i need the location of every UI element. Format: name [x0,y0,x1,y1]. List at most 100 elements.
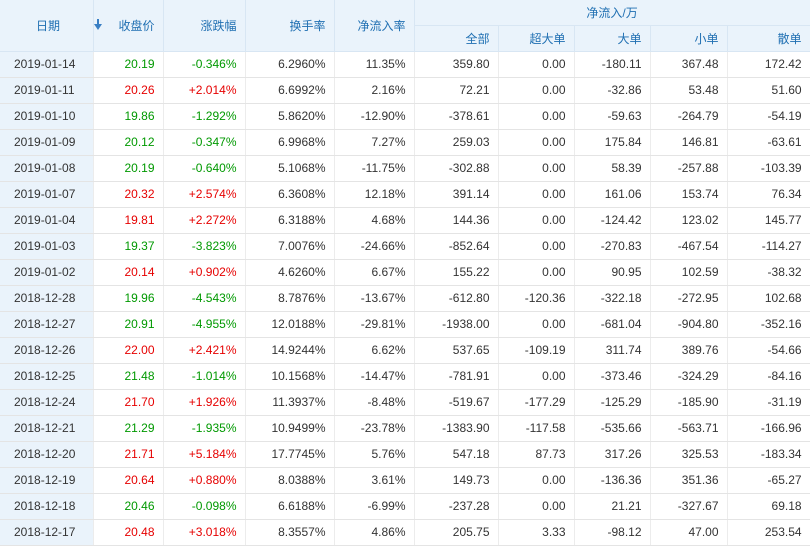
cell-change: -3.823% [163,233,246,260]
cell-net-ratio: 6.67% [334,259,415,286]
cell-close: 20.32 [93,181,164,208]
table-row: 2019-01-07 20.32 +2.574% 6.3608% 12.18% 391.1… [0,181,810,208]
cell-net-small: 53.48 [650,77,728,104]
cell-net-all: 149.73 [414,467,499,494]
cell-net-small: -324.29 [650,363,728,390]
cell-net-large: 311.74 [574,337,651,364]
header-all[interactable]: 全部 [414,25,499,52]
cell-net-all: 155.22 [414,259,499,286]
cell-net-super-large: 3.33 [498,519,575,546]
cell-turnover: 6.6188% [245,493,335,520]
cell-date: 2018-12-24 [0,389,94,416]
table-row: 2018-12-18 20.46 -0.098% 6.6188% -6.99% -237.… [0,493,810,520]
cell-net-large: -535.66 [574,415,651,442]
cell-net-ratio: 7.27% [334,129,415,156]
header-net-ratio[interactable]: 净流入率 [334,0,415,52]
cell-close: 20.91 [93,311,164,338]
cell-date: 2019-01-04 [0,207,94,234]
header-date[interactable]: 日期 [0,0,103,52]
cell-net-retail: -63.61 [727,129,810,156]
cell-change: +5.184% [163,441,246,468]
cell-net-retail: 172.42 [727,51,810,78]
table-row: 2019-01-10 19.86 -1.292% 5.8620% -12.90% -378… [0,103,810,130]
table-row: 2019-01-03 19.37 -3.823% 7.0076% -24.66% -852… [0,233,810,260]
cell-net-small: 351.36 [650,467,728,494]
cell-turnover: 10.9499% [245,415,335,442]
cell-net-super-large: 0.00 [498,207,575,234]
cell-net-retail: -54.19 [727,103,810,130]
cell-date: 2019-01-11 [0,77,94,104]
header-large[interactable]: 大单 [574,25,651,52]
cell-date: 2018-12-19 [0,467,94,494]
cell-date: 2018-12-25 [0,363,94,390]
cell-date: 2019-01-10 [0,103,94,130]
cell-net-large: -681.04 [574,311,651,338]
cell-close: 20.12 [93,129,164,156]
cell-close: 22.00 [93,337,164,364]
cell-change: +2.014% [163,77,246,104]
cell-close: 19.86 [93,103,164,130]
cell-date: 2019-01-08 [0,155,94,182]
cell-net-small: 47.00 [650,519,728,546]
cell-net-large: 317.26 [574,441,651,468]
cell-close: 20.19 [93,155,164,182]
cell-net-all: -781.91 [414,363,499,390]
cell-change: -0.640% [163,155,246,182]
cell-net-all: -1938.00 [414,311,499,338]
cell-net-all: -852.64 [414,233,499,260]
cell-turnover: 14.9244% [245,337,335,364]
cell-net-ratio: 11.35% [334,51,415,78]
cell-turnover: 5.8620% [245,103,335,130]
header-close[interactable]: 收盘价 [93,0,164,52]
header-small[interactable]: 小单 [650,25,728,52]
cell-change: +2.574% [163,181,246,208]
cell-turnover: 4.6260% [245,259,335,286]
cell-net-super-large: -117.58 [498,415,575,442]
cell-date: 2018-12-21 [0,415,94,442]
cell-net-large: -32.86 [574,77,651,104]
cell-net-small: 325.53 [650,441,728,468]
cell-close: 19.96 [93,285,164,312]
cell-date: 2019-01-03 [0,233,94,260]
table-row: 2018-12-26 22.00 +2.421% 14.9244% 6.62% 537.6… [0,337,810,364]
cell-net-retail: -84.16 [727,363,810,390]
cell-net-large: -270.83 [574,233,651,260]
cell-turnover: 10.1568% [245,363,335,390]
cell-net-retail: -65.27 [727,467,810,494]
cell-net-super-large: 0.00 [498,493,575,520]
header-turnover[interactable]: 换手率 [245,0,335,52]
cell-net-ratio: -11.75% [334,155,415,182]
cell-change: -4.955% [163,311,246,338]
cell-close: 21.29 [93,415,164,442]
cell-net-ratio: 3.61% [334,467,415,494]
cell-net-large: -373.46 [574,363,651,390]
table-row: 2018-12-20 21.71 +5.184% 17.7745% 5.76% 547.1… [0,441,810,468]
header-change[interactable]: 涨跌幅 [163,0,246,52]
header-super-large[interactable]: 超大单 [498,25,575,52]
table-row: 2018-12-17 20.48 +3.018% 8.3557% 4.86% 205.75… [0,519,810,546]
sort-down-arrow-icon[interactable] [94,18,103,30]
header-retail[interactable]: 散单 [727,25,810,52]
cell-net-small: 102.59 [650,259,728,286]
cell-net-ratio: 4.86% [334,519,415,546]
cell-net-retail: -183.34 [727,441,810,468]
cell-net-super-large: -120.36 [498,285,575,312]
header-date-label: 日期 [36,18,61,33]
cell-change: -1.935% [163,415,246,442]
table-row: 2018-12-27 20.91 -4.955% 12.0188% -29.81% -19… [0,311,810,338]
cell-turnover: 11.3937% [245,389,335,416]
cell-net-ratio: -8.48% [334,389,415,416]
fund-flow-table: 日期 收盘价 涨跌幅 换手率 净流入率 净流入/万 全部 超大单 大单 小单 散… [0,0,810,546]
cell-net-retail: 102.68 [727,285,810,312]
cell-net-all: 547.18 [414,441,499,468]
cell-net-ratio: -29.81% [334,311,415,338]
cell-date: 2019-01-02 [0,259,94,286]
cell-net-super-large: 0.00 [498,77,575,104]
cell-net-retail: 253.54 [727,519,810,546]
cell-net-super-large: 0.00 [498,155,575,182]
cell-close: 19.37 [93,233,164,260]
table-header: 日期 收盘价 涨跌幅 换手率 净流入率 净流入/万 全部 超大单 大单 小单 散… [0,0,810,52]
cell-change: +2.421% [163,337,246,364]
cell-net-super-large: 0.00 [498,311,575,338]
cell-net-ratio: 6.62% [334,337,415,364]
